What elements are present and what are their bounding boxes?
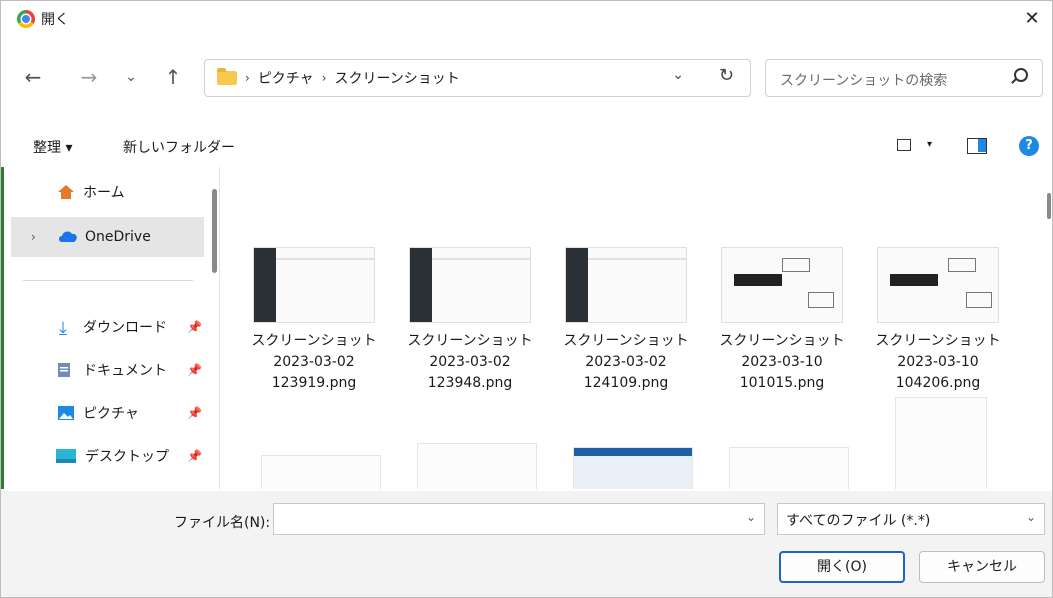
sidebar-accent [1, 167, 4, 489]
filename-label: ファイル名(N): [174, 515, 271, 531]
sidebar-scrollbar[interactable] [212, 189, 217, 273]
breadcrumb-chevron-icon: › [321, 71, 327, 85]
breadcrumb-pictures[interactable]: ピクチャ [258, 68, 314, 88]
address-dropdown-chevron-icon[interactable]: ⌄ [672, 67, 684, 83]
file-name-line: 2023-03-10 [741, 354, 823, 370]
file-name-line: スクリーンショット [251, 333, 377, 349]
navigation-pane: ホーム › OneDrive ⤓ ダウンロード 📌 ドキュメント 📌 ピクチャ … [1, 167, 220, 489]
navigation-bar: ← → ⌄ ↑ › ピクチャ › スクリーンショット ⌄ ↻ スクリーンショット… [1, 57, 1052, 97]
breadcrumb-chevron-icon: › [245, 71, 250, 85]
search-box[interactable]: スクリーンショットの検索 [765, 59, 1043, 97]
folder-icon [217, 68, 237, 85]
file-thumbnail [253, 247, 375, 323]
pin-icon[interactable]: 📌 [187, 406, 202, 420]
organize-button[interactable]: 整理 ▾ [33, 137, 72, 157]
sidebar-item-onedrive[interactable]: › OneDrive [11, 217, 204, 257]
file-list: スクリーンショット 2023-03-02 123919.png スクリーンショッ… [229, 167, 1041, 489]
file-item[interactable]: スクリーンショット 2023-03-10 101015.png [707, 247, 857, 394]
close-icon[interactable]: ✕ [1020, 7, 1044, 31]
open-file-dialog: 開く ✕ ← → ⌄ ↑ › ピクチャ › スクリーンショット ⌄ ↻ スクリー… [0, 0, 1053, 598]
recent-chevron-down-icon[interactable]: ⌄ [117, 63, 145, 91]
expand-chevron-icon[interactable]: › [31, 230, 36, 244]
sidebar-item-pictures[interactable]: ピクチャ 📌 [11, 396, 204, 430]
sidebar-item-documents[interactable]: ドキュメント 📌 [11, 353, 204, 387]
file-name-line: 123948.png [427, 375, 513, 391]
sidebar-item-home[interactable]: ホーム [11, 175, 204, 209]
sidebar-item-label: OneDrive [85, 229, 151, 245]
filename-dropdown-chevron-icon[interactable]: ⌄ [746, 510, 756, 524]
sidebar-item-label: デスクトップ [85, 449, 169, 465]
home-icon [57, 184, 75, 200]
file-thumbnail-partial[interactable] [261, 455, 381, 489]
sidebar-item-downloads[interactable]: ⤓ ダウンロード 📌 [11, 310, 204, 344]
file-thumbnail [721, 247, 843, 323]
file-name-line: スクリーンショット [875, 333, 1001, 349]
file-name-line: スクリーンショット [563, 333, 689, 349]
filetype-select[interactable]: すべてのファイル (*.*) ⌄ [777, 503, 1045, 535]
sidebar-item-label: ホーム [83, 185, 125, 201]
cloud-icon [57, 229, 77, 245]
sidebar-divider [23, 280, 193, 281]
file-item[interactable]: スクリーンショット 2023-03-02 123919.png [239, 247, 389, 394]
main-scrollbar[interactable] [1047, 193, 1051, 219]
file-name-line: 2023-03-10 [897, 354, 979, 370]
file-name-line: 2023-03-02 [273, 354, 355, 370]
file-name-line: 104206.png [895, 375, 981, 391]
sidebar-item-label: ピクチャ [83, 406, 139, 422]
file-thumbnail-partial[interactable] [417, 443, 537, 489]
breadcrumb-screenshots[interactable]: スクリーンショット [335, 68, 460, 88]
view-dropdown-icon[interactable]: ▾ [927, 139, 932, 150]
help-icon[interactable]: ? [1019, 136, 1039, 156]
file-item[interactable]: スクリーンショット 2023-03-02 123948.png [395, 247, 545, 394]
sidebar-item-label: ダウンロード [83, 320, 167, 336]
dialog-title: 開く [41, 12, 69, 28]
pin-icon[interactable]: 📌 [187, 363, 202, 377]
back-arrow-icon[interactable]: ← [19, 63, 47, 91]
file-name-line: 123919.png [271, 375, 357, 391]
file-item[interactable]: スクリーンショット 2023-03-02 124109.png [551, 247, 701, 394]
cancel-button[interactable]: キャンセル [919, 551, 1045, 583]
dialog-footer: ファイル名(N): ⌄ すべてのファイル (*.*) ⌄ 開く(O) キャンセル [1, 491, 1052, 597]
file-thumbnail-partial[interactable] [573, 447, 693, 489]
file-thumbnail-partial[interactable] [729, 447, 849, 489]
pin-icon[interactable]: 📌 [187, 320, 202, 334]
sidebar-item-label: ドキュメント [83, 363, 167, 379]
filetype-chevron-icon[interactable]: ⌄ [1026, 510, 1036, 524]
file-thumbnail [877, 247, 999, 323]
file-name-line: 124109.png [583, 375, 669, 391]
download-icon: ⤓ [59, 318, 67, 339]
title-bar: 開く ✕ [1, 1, 1052, 37]
preview-pane-icon[interactable] [967, 138, 987, 154]
file-name-line: 101015.png [739, 375, 825, 391]
file-thumbnail [409, 247, 531, 323]
refresh-icon[interactable]: ↻ [719, 65, 734, 86]
forward-arrow-icon[interactable]: → [75, 63, 103, 91]
document-icon [57, 362, 75, 378]
sidebar-item-desktop[interactable]: デスクトップ 📌 [11, 439, 204, 473]
pin-icon[interactable]: 📌 [187, 449, 202, 463]
chrome-logo-icon [17, 10, 35, 28]
file-name-line: 2023-03-02 [429, 354, 511, 370]
open-button[interactable]: 開く(O) [779, 551, 905, 583]
search-icon[interactable] [1014, 68, 1028, 82]
new-folder-button[interactable]: 新しいフォルダー [123, 137, 235, 157]
picture-icon [57, 405, 75, 421]
file-thumbnail [565, 247, 687, 323]
file-name-line: スクリーンショット [719, 333, 845, 349]
file-item[interactable]: スクリーンショット 2023-03-10 104206.png [863, 247, 1013, 394]
file-thumbnail-partial[interactable] [895, 397, 987, 489]
filetype-value: すべてのファイル (*.*) [786, 513, 931, 529]
view-mode-icon[interactable] [897, 139, 911, 151]
up-arrow-icon[interactable]: ↑ [159, 63, 187, 91]
desktop-icon [55, 448, 76, 464]
file-name-line: スクリーンショット [407, 333, 533, 349]
file-name-line: 2023-03-02 [585, 354, 667, 370]
search-placeholder: スクリーンショットの検索 [780, 73, 948, 89]
command-bar: 整理 ▾ 新しいフォルダー ▾ ? [1, 127, 1052, 165]
address-bar[interactable]: › ピクチャ › スクリーンショット ⌄ ↻ [204, 59, 751, 97]
filename-input[interactable]: ⌄ [273, 503, 765, 535]
